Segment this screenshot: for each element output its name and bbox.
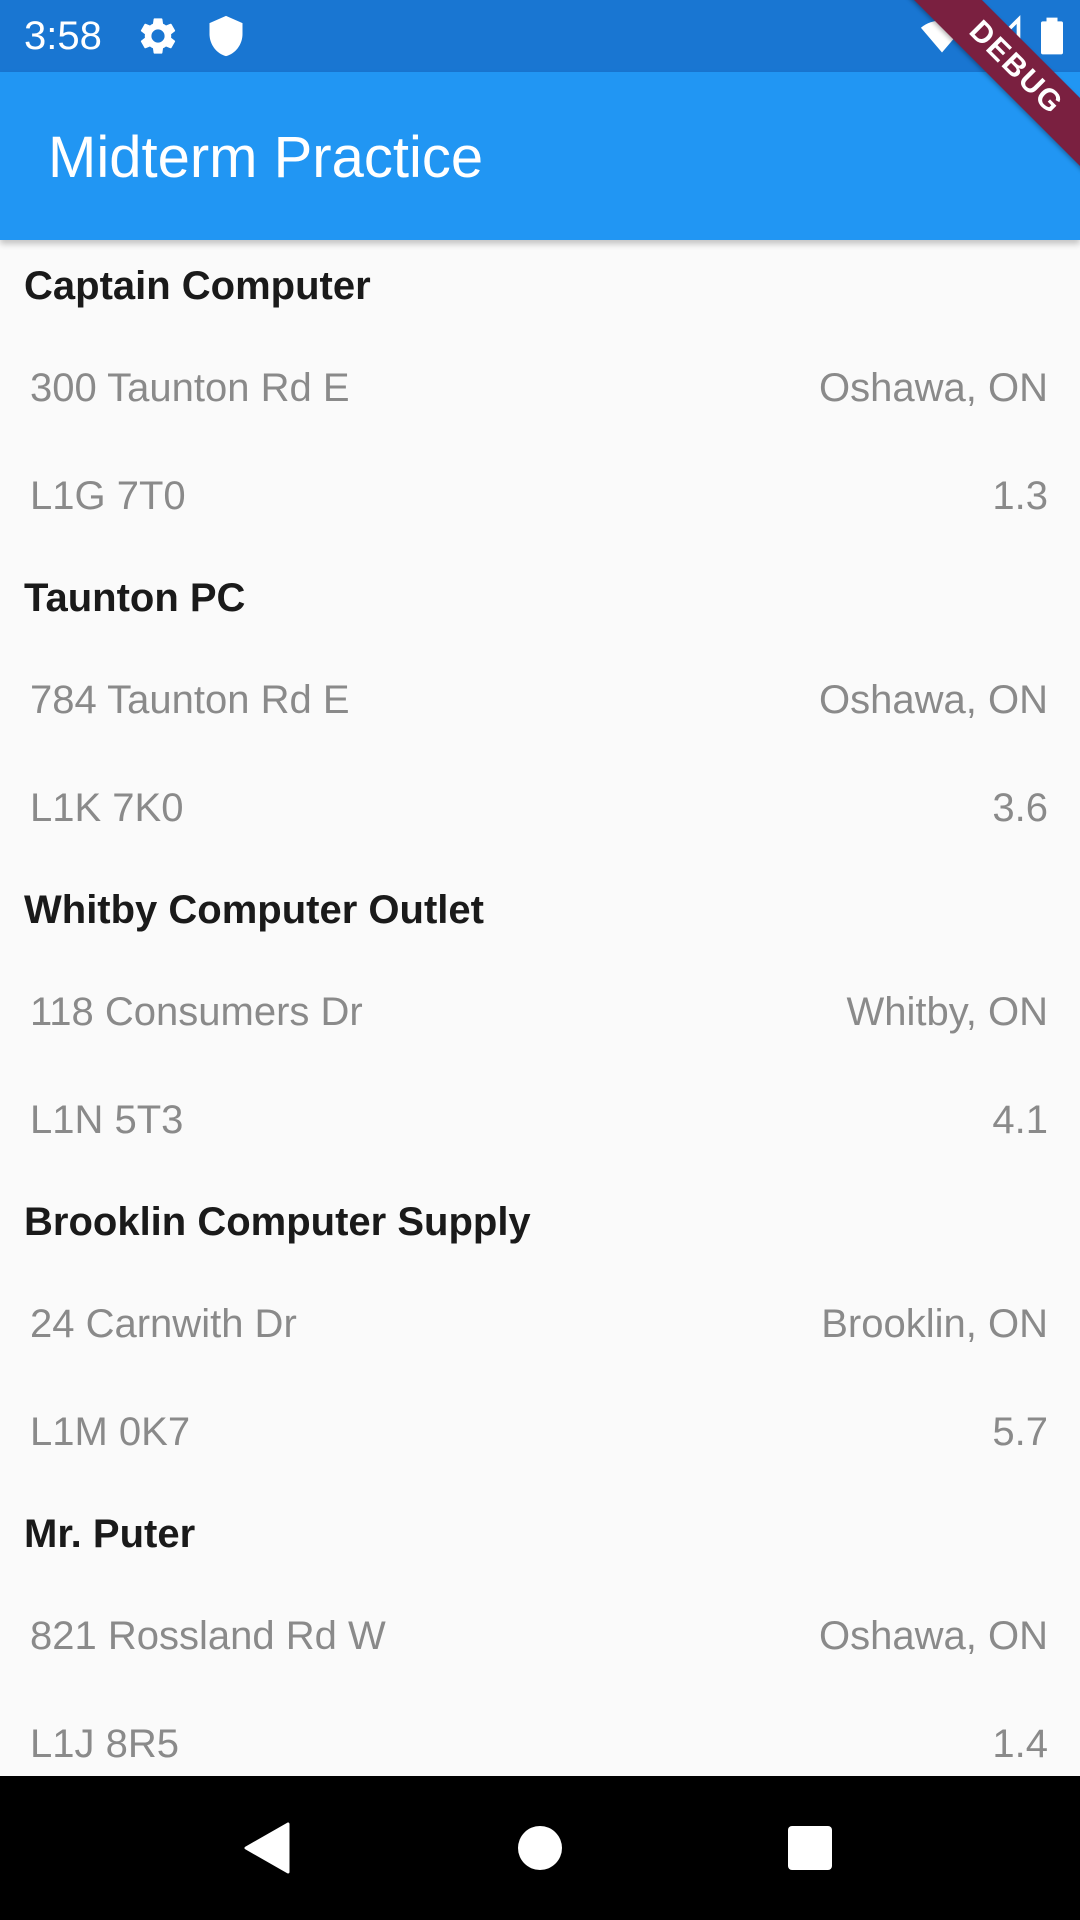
store-distance: 5.7 [992,1410,1048,1454]
store-distance: 3.6 [992,786,1048,830]
address-row: 821 Rossland Rd W Oshawa, ON [30,1612,1048,1660]
navigation-bar [0,1776,1080,1920]
store-city: Oshawa, ON [819,678,1048,722]
list-item[interactable]: Taunton PC 784 Taunton Rd E Oshawa, ON L… [0,552,1080,864]
list-item[interactable]: Whitby Computer Outlet 118 Consumers Dr … [0,864,1080,1176]
address-row: 118 Consumers Dr Whitby, ON [30,988,1048,1036]
list-item[interactable]: Captain Computer 300 Taunton Rd E Oshawa… [0,240,1080,552]
postal-row: L1J 8R5 1.4 [30,1720,1048,1768]
list-item[interactable]: Brooklin Computer Supply 24 Carnwith Dr … [0,1176,1080,1488]
store-distance: 4.1 [992,1098,1048,1142]
store-postal-code: L1J 8R5 [30,1722,179,1766]
store-distance: 1.4 [992,1722,1048,1766]
store-address: 300 Taunton Rd E [30,366,350,410]
back-icon [244,1822,290,1874]
address-row: 784 Taunton Rd E Oshawa, ON [30,676,1048,724]
battery-icon [1030,14,1074,58]
status-time: 3:58 [24,14,102,58]
store-postal-code: L1N 5T3 [30,1098,184,1142]
store-address: 118 Consumers Dr [30,990,363,1034]
page-title: Midterm Practice [48,125,484,190]
store-address: 24 Carnwith Dr [30,1302,297,1346]
app-screen: 3:58 Midterm Practice DEBUG Captain Comp… [0,0,1080,1920]
postal-row: L1K 7K0 3.6 [30,784,1048,832]
home-button[interactable] [496,1804,584,1892]
postal-row: L1G 7T0 1.3 [30,472,1048,520]
store-postal-code: L1M 0K7 [30,1410,191,1454]
back-button[interactable] [224,1804,312,1892]
status-bar: 3:58 [0,0,1080,72]
address-row: 300 Taunton Rd E Oshawa, ON [30,364,1048,412]
store-city: Whitby, ON [846,990,1048,1034]
gear-icon [136,14,180,58]
store-address: 784 Taunton Rd E [30,678,350,722]
shield-icon [204,14,248,58]
recents-icon [788,1826,832,1870]
postal-row: L1M 0K7 5.7 [30,1408,1048,1456]
list-item[interactable]: Mr. Puter 821 Rossland Rd W Oshawa, ON L… [0,1488,1080,1776]
postal-row: L1N 5T3 4.1 [30,1096,1048,1144]
store-name: Mr. Puter [24,1512,196,1556]
store-city: Oshawa, ON [819,1614,1048,1658]
store-list[interactable]: Captain Computer 300 Taunton Rd E Oshawa… [0,240,1080,1776]
home-icon [518,1826,562,1870]
store-city: Oshawa, ON [819,366,1048,410]
app-bar: Midterm Practice [0,72,1080,240]
store-name: Taunton PC [24,576,246,620]
store-postal-code: L1G 7T0 [30,474,186,518]
store-name: Whitby Computer Outlet [24,888,484,932]
store-name: Captain Computer [24,264,371,308]
store-postal-code: L1K 7K0 [30,786,184,830]
store-address: 821 Rossland Rd W [30,1614,386,1658]
store-distance: 1.3 [992,474,1048,518]
address-row: 24 Carnwith Dr Brooklin, ON [30,1300,1048,1348]
store-city: Brooklin, ON [821,1302,1048,1346]
store-name: Brooklin Computer Supply [24,1200,531,1244]
recents-button[interactable] [766,1804,854,1892]
